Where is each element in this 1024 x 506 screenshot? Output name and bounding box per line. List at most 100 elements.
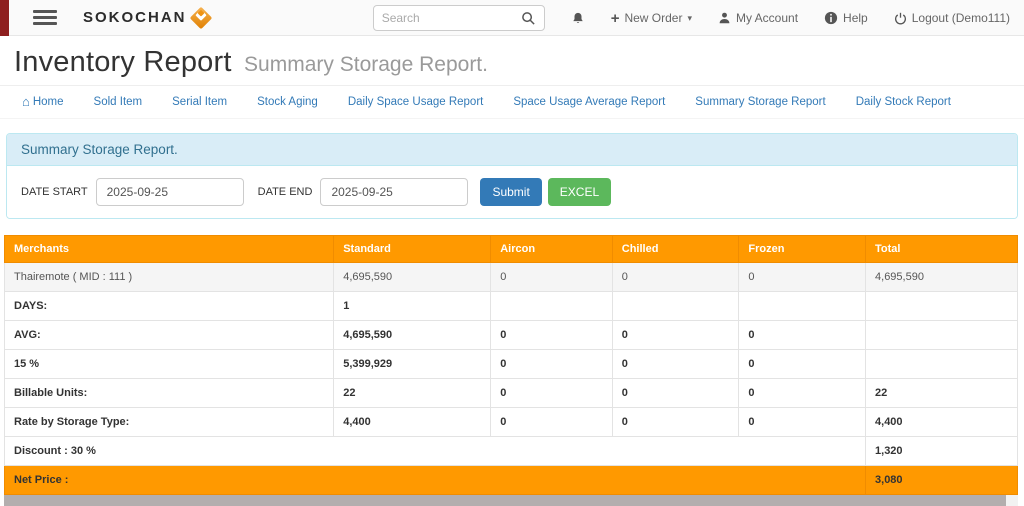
table-row: Net Price :3,080 [5,466,1018,495]
panel-body: DATE START DATE END Submit EXCEL [7,166,1017,218]
page-heading: Inventory Report Summary Storage Report. [0,36,1024,86]
report-nav: ⌂Home Sold Item Serial Item Stock Aging Dail… [0,86,1024,119]
table-cell: 0 [612,408,739,437]
table-cell: 15 % [5,350,334,379]
table-cell: 22 [334,379,491,408]
table-cell: 0 [739,408,866,437]
table-cell: 0 [739,350,866,379]
table-cell: 0 [739,379,866,408]
nav-link-stock-aging[interactable]: Stock Aging [257,96,318,108]
table-cell: 0 [612,263,739,292]
table-cell: 0 [491,263,613,292]
date-start-label: DATE START [21,186,88,198]
table-cell [739,292,866,321]
table-cell: Net Price : [5,466,866,495]
date-start-input[interactable] [96,178,244,206]
menu-toggle-icon[interactable] [29,6,61,29]
column-header-chilled: Chilled [612,236,739,263]
nav-link-label: Space Usage Average Report [513,96,665,108]
table-cell: 0 [612,321,739,350]
table-cell: 0 [491,321,613,350]
table-cell: 4,695,590 [334,321,491,350]
help-button[interactable]: Help [824,11,868,25]
scrollbar-thumb[interactable] [4,495,1006,506]
person-icon [718,11,731,25]
table-cell: 4,695,590 [334,263,491,292]
table-cell: Rate by Storage Type: [5,408,334,437]
top-navbar: SOKOCHAN + New Order ▾ My A [0,0,1024,36]
summary-report-panel: Summary Storage Report. DATE START DATE … [6,133,1018,219]
my-account-button[interactable]: My Account [718,11,798,25]
logo-diamond-icon [189,6,212,29]
table-cell [612,292,739,321]
table-cell: 0 [612,350,739,379]
new-order-label: New Order [624,11,682,25]
table-cell: 22 [866,379,1018,408]
table-row: Billable Units:2200022 [5,379,1018,408]
table-row: Rate by Storage Type:4,4000004,400 [5,408,1018,437]
table-cell: 5,399,929 [334,350,491,379]
table-cell: 3,080 [866,466,1018,495]
date-end-input[interactable] [320,178,468,206]
plus-icon: + [611,11,620,26]
home-icon: ⌂ [22,95,30,108]
table-cell: AVG: [5,321,334,350]
nav-link-daily-stock-report[interactable]: Daily Stock Report [856,96,951,108]
nav-link-label: Sold Item [94,96,143,108]
panel-header: Summary Storage Report. [7,134,1017,166]
table-row: DAYS:1 [5,292,1018,321]
nav-link-sold-item[interactable]: Sold Item [94,96,143,108]
column-header-total: Total [866,236,1018,263]
logo-text: SOKOCHAN [83,9,187,26]
app-logo[interactable]: SOKOCHAN [83,9,209,26]
nav-link-serial-item[interactable]: Serial Item [172,96,227,108]
table-cell: 1,320 [866,437,1018,466]
nav-link-space-usage-average-report[interactable]: Space Usage Average Report [513,96,665,108]
nav-link-summary-storage-report[interactable]: Summary Storage Report [695,96,825,108]
nav-link-label: Stock Aging [257,96,318,108]
table-row: 15 %5,399,929000 [5,350,1018,379]
table-cell: 0 [612,379,739,408]
column-header-frozen: Frozen [739,236,866,263]
table-cell: Discount : 30 % [5,437,866,466]
power-icon [894,12,907,25]
table-cell: Thairemote ( MID : 111 ) [5,263,334,292]
table-cell: DAYS: [5,292,334,321]
table-cell [491,292,613,321]
nav-link-label: Home [33,96,64,108]
nav-link-label: Serial Item [172,96,227,108]
excel-button[interactable]: EXCEL [548,178,611,206]
brand-color-strip [0,0,9,36]
report-table: MerchantsStandardAirconChilledFrozenTota… [4,235,1018,495]
new-order-button[interactable]: + New Order ▾ [611,11,692,26]
notifications-button[interactable] [571,11,585,26]
nav-link-daily-space-usage-report[interactable]: Daily Space Usage Report [348,96,484,108]
report-table-wrap: MerchantsStandardAirconChilledFrozenTota… [4,235,1018,495]
nav-link-home[interactable]: ⌂Home [22,95,64,108]
nav-link-label: Daily Space Usage Report [348,96,484,108]
table-cell: 0 [739,263,866,292]
chevron-down-icon: ▾ [687,13,692,24]
table-cell: 0 [491,408,613,437]
search-box [373,5,545,31]
table-header-row: MerchantsStandardAirconChilledFrozenTota… [5,236,1018,263]
page-subtitle: Summary Storage Report. [244,53,488,76]
horizontal-scrollbar[interactable] [4,495,1018,506]
table-cell [866,292,1018,321]
logout-button[interactable]: Logout (Demo111) [894,11,1010,25]
search-input[interactable] [382,11,521,25]
table-cell: 4,400 [866,408,1018,437]
table-cell: 4,400 [334,408,491,437]
my-account-label: My Account [736,11,798,25]
table-cell: 4,695,590 [866,263,1018,292]
table-cell: Billable Units: [5,379,334,408]
search-icon[interactable] [521,11,536,26]
table-cell [866,321,1018,350]
table-row: Discount : 30 %1,320 [5,437,1018,466]
nav-link-label: Summary Storage Report [695,96,825,108]
help-label: Help [843,11,868,25]
bell-icon [571,11,585,26]
table-row: AVG:4,695,590000 [5,321,1018,350]
submit-button[interactable]: Submit [480,178,541,206]
table-cell [866,350,1018,379]
